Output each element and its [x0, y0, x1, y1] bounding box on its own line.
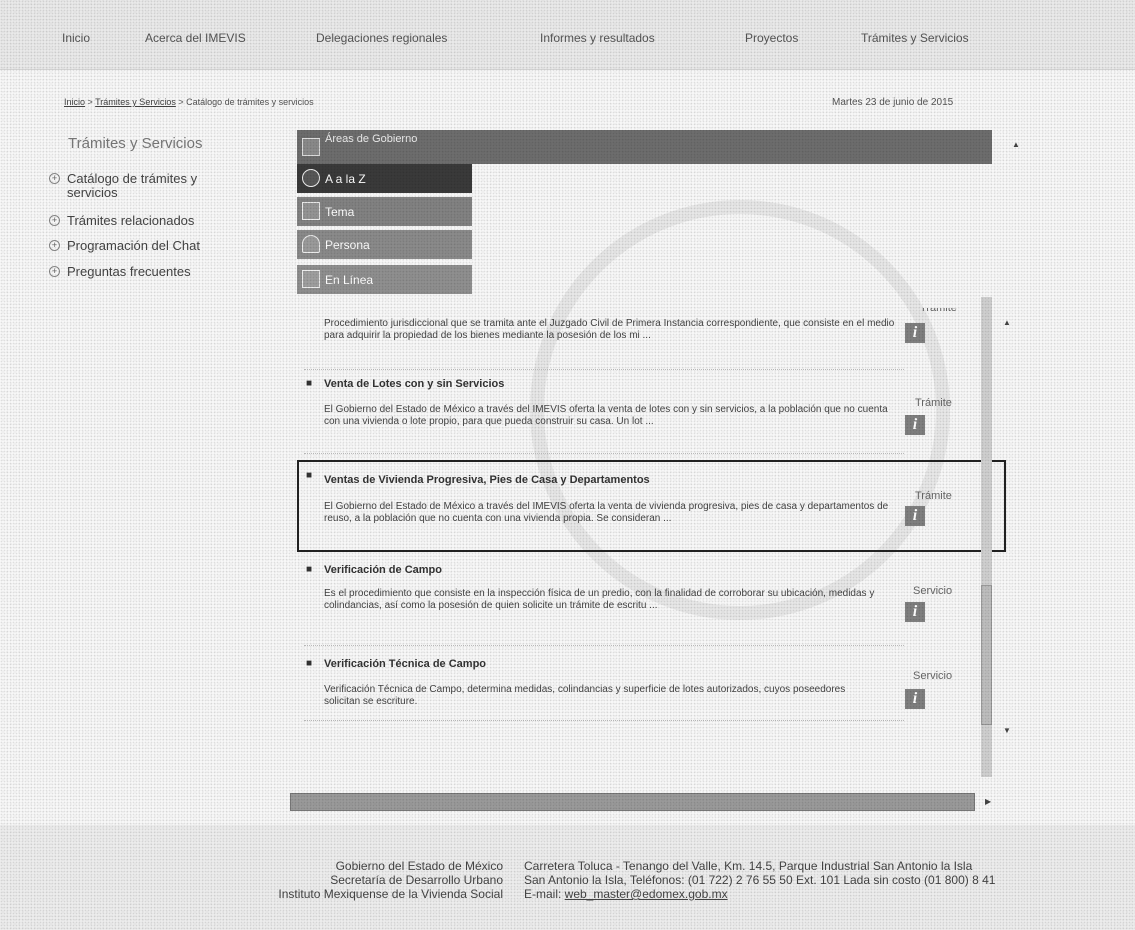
info-icon[interactable]: i: [905, 415, 925, 435]
category-label: Tema: [325, 205, 355, 219]
scroll-down-icon[interactable]: ▼: [1003, 726, 1011, 735]
sidebar-item-catalogo[interactable]: + Catálogo de trámites y servicios: [49, 172, 239, 200]
selected-entry-frame: [297, 460, 1006, 552]
category-tema[interactable]: Tema: [297, 197, 472, 226]
nav-inicio[interactable]: Inicio: [62, 31, 90, 45]
scroll-right-icon[interactable]: ▶: [985, 797, 991, 806]
entry-title[interactable]: Venta de Lotes con y sin Servicios: [324, 378, 504, 390]
footer-email-link[interactable]: web_master@edomex.gob.mx: [565, 887, 728, 901]
footer-phones: San Antonio la Isla, Teléfonos: (01 722)…: [524, 873, 996, 887]
category-a-z[interactable]: A a la Z: [297, 164, 472, 193]
category-label: A a la Z: [325, 172, 366, 186]
bullet-icon: ■: [306, 564, 313, 575]
category-header[interactable]: Áreas de Gobierno: [297, 130, 992, 164]
footer-institute: Instituto Mexiquense de la Vivienda Soci…: [278, 887, 503, 901]
government-icon: [302, 138, 320, 156]
entry-description: Procedimiento jurisdiccional que se tram…: [324, 318, 895, 341]
expand-icon: +: [49, 266, 60, 277]
breadcrumb-current: Catálogo de trámites y servicios: [186, 97, 314, 107]
divider: [304, 645, 904, 646]
bullet-icon: ■: [306, 658, 313, 669]
eye-icon: [302, 169, 320, 187]
sidebar-item-label: Trámites relacionados: [67, 213, 195, 228]
breadcrumb-section[interactable]: Trámites y Servicios: [95, 97, 176, 107]
current-date: Martes 23 de junio de 2015: [832, 97, 954, 108]
nav-tramites[interactable]: Trámites y Servicios: [861, 31, 969, 45]
breadcrumb-separator: >: [87, 97, 93, 107]
entry-description: Verificación Técnica de Campo, determina…: [324, 684, 846, 707]
nav-informes[interactable]: Informes y resultados: [540, 31, 655, 45]
breadcrumb-separator: >: [178, 97, 184, 107]
list-icon: [302, 202, 320, 220]
entry-title[interactable]: Verificación Técnica de Campo: [324, 658, 486, 670]
entry-type: Servicio: [913, 670, 953, 682]
horizontal-scrollbar[interactable]: [290, 793, 975, 811]
entry-type: Trámite: [920, 302, 957, 314]
top-navigation: Inicio Acerca del IMEVIS Delegaciones re…: [0, 0, 1135, 70]
expand-icon: +: [49, 215, 60, 226]
footer: Gobierno del Estado de México Secretaría…: [0, 825, 1135, 930]
sidebar-item-tramites[interactable]: + Trámites relacionados: [49, 214, 239, 228]
footer-secretaria: Secretaría de Desarrollo Urbano: [330, 873, 503, 887]
monitor-icon: [302, 270, 320, 288]
entry-description: Es el procedimiento que consiste en la i…: [324, 588, 875, 611]
footer-email-label: E-mail:: [524, 887, 565, 901]
scroll-up-icon[interactable]: ▲: [1003, 318, 1011, 327]
breadcrumb: Inicio > Trámites y Servicios > Catálogo…: [64, 97, 314, 107]
nav-proyectos[interactable]: Proyectos: [745, 31, 798, 45]
category-persona[interactable]: Persona: [297, 230, 472, 259]
category-header-label: Áreas de Gobierno: [325, 133, 418, 145]
footer-address: Carretera Toluca - Tenango del Valle, Km…: [524, 859, 973, 873]
sidebar-item-label: Catálogo de trámites y servicios: [67, 171, 198, 200]
sidebar-item-label: Preguntas frecuentes: [67, 264, 191, 279]
nav-acerca[interactable]: Acerca del IMEVIS: [145, 31, 246, 45]
collapse-up-icon[interactable]: ▲: [1012, 140, 1020, 149]
footer-government: Gobierno del Estado de México: [335, 859, 503, 873]
category-label: Persona: [325, 238, 370, 252]
sidebar-item-preguntas[interactable]: + Preguntas frecuentes: [49, 265, 239, 279]
divider: [304, 369, 904, 370]
people-icon: [302, 235, 320, 253]
breadcrumb-home[interactable]: Inicio: [64, 97, 85, 107]
entry-title[interactable]: Verificación de Campo: [324, 564, 442, 576]
divider: [304, 720, 904, 721]
bullet-icon: ■: [306, 378, 313, 389]
entry-description: El Gobierno del Estado de México a travé…: [324, 404, 888, 427]
info-icon[interactable]: i: [905, 689, 925, 709]
sidebar-title: Trámites y Servicios: [68, 135, 203, 152]
footer-email: E-mail: web_master@edomex.gob.mx: [524, 887, 728, 901]
sidebar-item-chat[interactable]: + Programación del Chat: [49, 239, 239, 253]
info-icon[interactable]: i: [905, 323, 925, 343]
expand-icon: +: [49, 240, 60, 251]
entry-type: Servicio: [913, 585, 953, 597]
vertical-scroll-thumb[interactable]: [981, 585, 992, 725]
expand-icon: +: [49, 173, 60, 184]
nav-delegaciones[interactable]: Delegaciones regionales: [316, 31, 447, 45]
entry-type: Trámite: [915, 397, 952, 409]
category-label: En Línea: [325, 273, 374, 287]
category-en-linea[interactable]: En Línea: [297, 265, 472, 294]
sidebar-item-label: Programación del Chat: [67, 238, 200, 253]
divider: [304, 453, 904, 454]
info-icon[interactable]: i: [905, 602, 925, 622]
